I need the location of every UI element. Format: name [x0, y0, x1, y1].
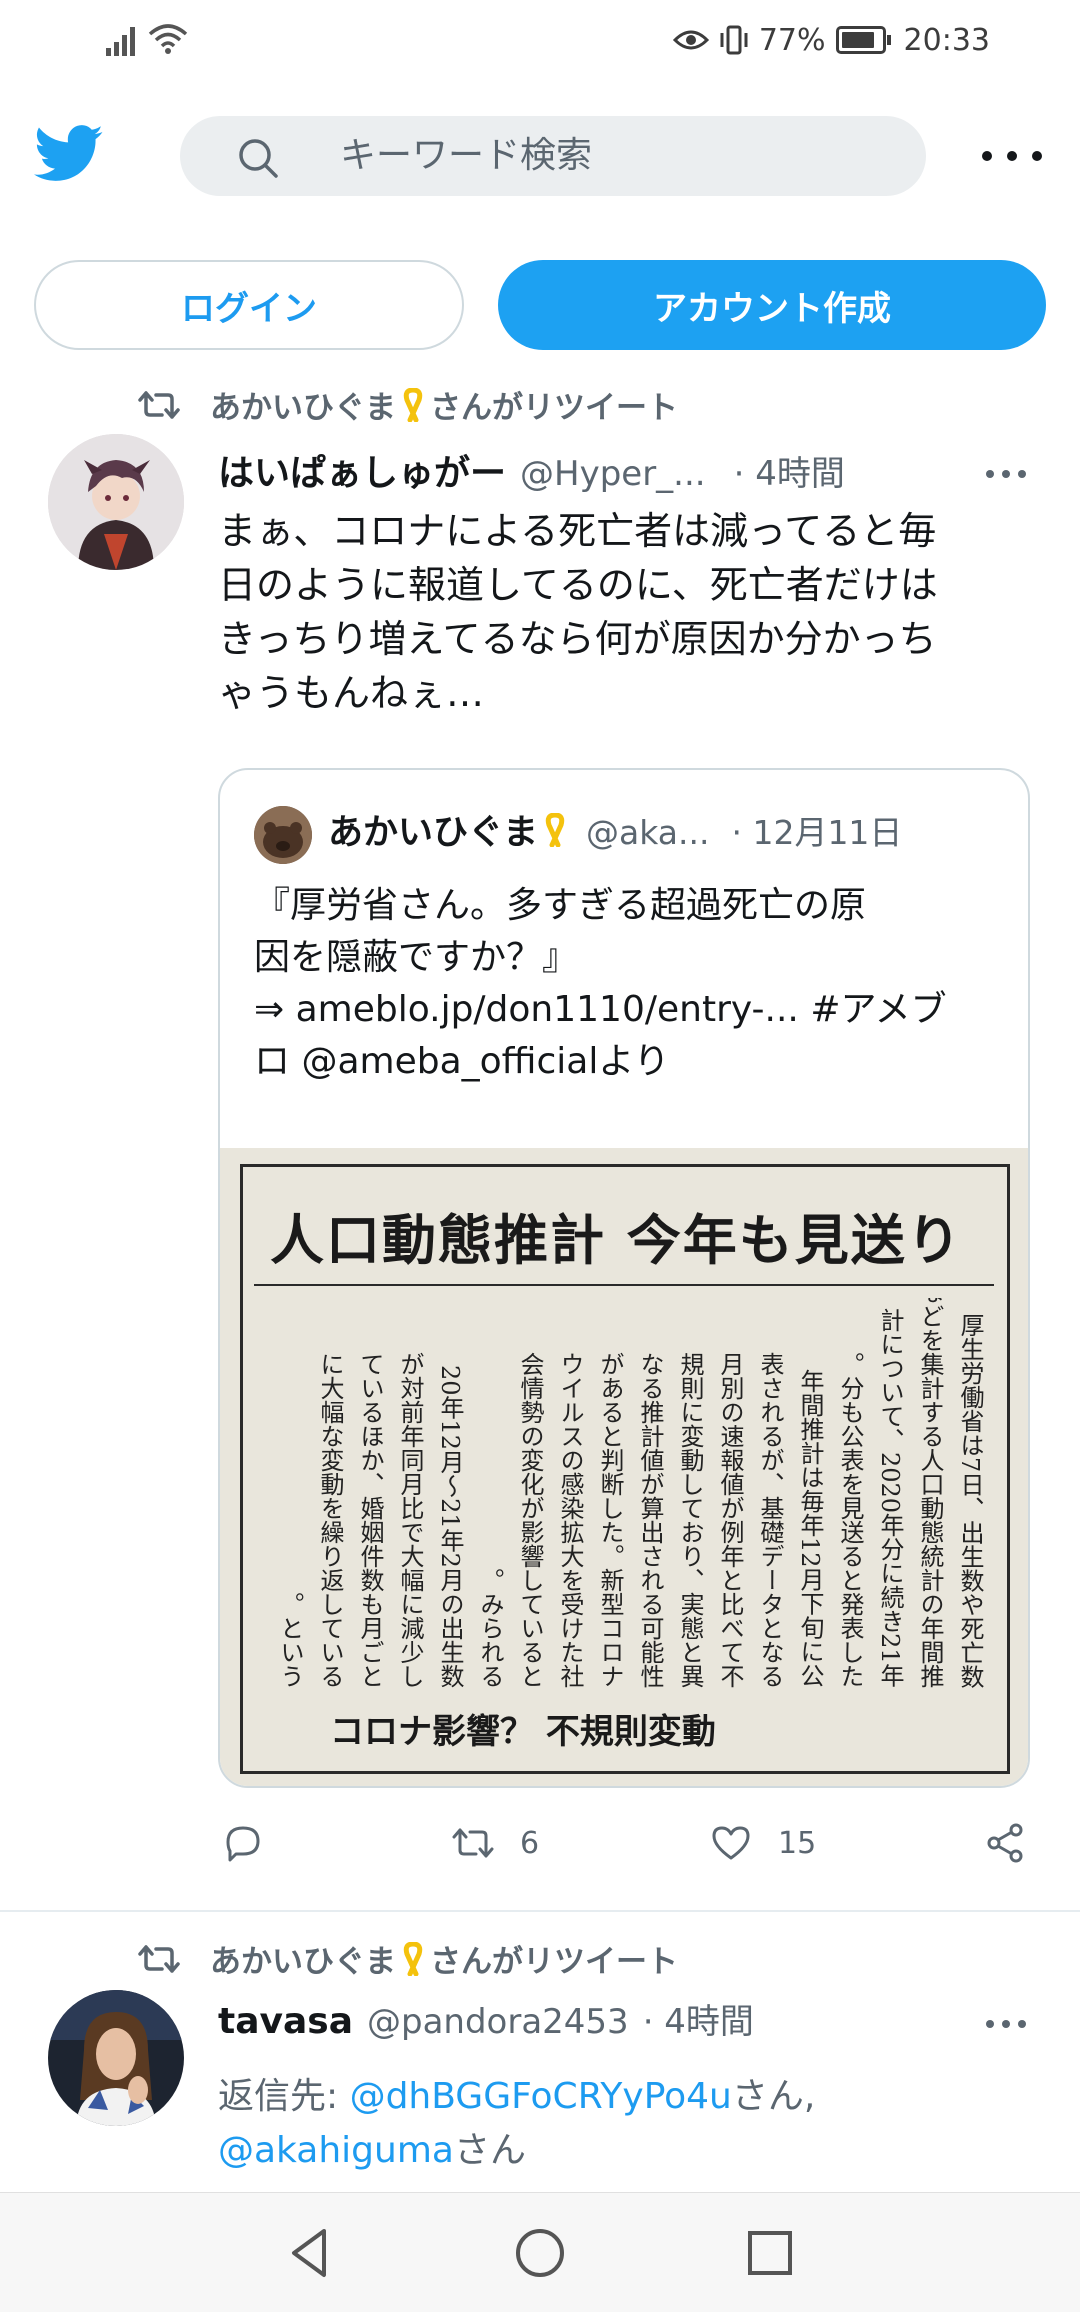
clipping-column: みられる。 [476, 1568, 504, 1688]
quoted-tweet[interactable]: あかいひぐま @aka... · 12月11日 『厚労省さん。多すぎる超過死亡の… [218, 768, 1030, 1788]
author-handle[interactable]: @pandora2453 [367, 2002, 629, 2042]
share-button[interactable] [982, 1820, 1028, 1866]
author-name[interactable]: はいぱぁしゅがー [218, 444, 506, 496]
tweet-time[interactable]: · 4時間 [734, 446, 845, 495]
avatar[interactable] [48, 434, 184, 570]
retweet-button[interactable]: 6 [450, 1820, 539, 1866]
tweet-time[interactable]: · 4時間 [643, 1994, 754, 2043]
wifi-icon [148, 24, 188, 54]
quote-time: · 12月11日 [731, 813, 903, 852]
reply-button[interactable] [220, 1820, 266, 1866]
battery-percent: 77% [758, 22, 826, 58]
like-count: 15 [778, 1825, 817, 1861]
clipping-column: 会情勢の変化が影響していると [516, 1352, 544, 1688]
clipping-column: 厚生労働省は7日、出生数や死亡数 [956, 1312, 984, 1688]
home-icon[interactable] [510, 2223, 570, 2283]
retweet-icon [452, 1828, 494, 1858]
quote-avatar [254, 806, 312, 864]
quote-text: 『厚労省さん。多すぎる超過死亡の原 因を隠蔽ですか？』 ⇒ ameblo.jp/… [254, 885, 947, 1082]
clipping-column: 20年12月～21年2月の出生数 [436, 1365, 464, 1688]
like-button[interactable]: 15 [708, 1820, 816, 1866]
yellow-ribbon-icon [403, 387, 423, 422]
top-header [0, 106, 1080, 206]
system-nav-bar [0, 2192, 1080, 2312]
retweet-icon [138, 1944, 180, 1973]
clipping-column: 月別の速報値が例年と比べて不 [716, 1352, 744, 1688]
back-icon[interactable] [280, 2223, 340, 2283]
clipping-column: ウイルスの感染拡大を受けた社 [556, 1352, 584, 1688]
yellow-ribbon-icon [545, 812, 565, 847]
retweeter-name[interactable]: あかいひぐま [210, 1936, 396, 1981]
clipping-subheadline: コロナ影響？ 不規則変動 [330, 1712, 716, 1752]
login-button[interactable]: ログイン [34, 260, 464, 350]
twitter-bird-icon[interactable] [34, 124, 104, 184]
tweet-header: tavasa @pandora2453 · 4時間 [218, 1994, 754, 2043]
retweet-context: あかいひぐま さんがリツイート [138, 1936, 678, 1981]
tweet-text: まぁ、コロナによる死亡者は減ってると毎 日のように報道してるのに、死亡者だけは … [218, 509, 938, 715]
recents-icon[interactable] [740, 2223, 800, 2283]
author-name[interactable]: tavasa [218, 2001, 353, 2042]
yellow-ribbon-icon [403, 1941, 423, 1976]
clipping-column: なる推計値が算出される可能性 [636, 1352, 664, 1688]
tweet-more-icon[interactable] [986, 470, 1026, 480]
author-handle[interactable]: @Hyper_... [520, 454, 706, 494]
clipping-column: に大幅な変動を繰り返している [316, 1352, 344, 1688]
tweet-divider [0, 1910, 1080, 1912]
clipping-column: などを集計する人口動態統計の年間推 [916, 1298, 944, 1688]
reply-to-line: 返信先: @dhBGGFoCRYyPo4uさん, @akahigumaさん [218, 2076, 816, 2171]
clipping-column: 計について、2020年分に続き21年 [876, 1308, 904, 1688]
quote-author-name: あかいひぐま [328, 813, 539, 853]
reply-mention-link[interactable]: @akahiguma [218, 2130, 454, 2171]
clipping-body: 厚生労働省は7日、出生数や死亡数 などを集計する人口動態統計の年間推 計について、2… [260, 1298, 990, 1688]
search-input[interactable] [340, 116, 880, 196]
avatar[interactable] [48, 1990, 184, 2126]
search-bar[interactable] [180, 116, 926, 196]
tweet-actions: 6 15 [218, 1820, 1030, 1880]
retweet-suffix: さんがリツイート [430, 390, 678, 426]
signal-icon [106, 27, 135, 56]
clipping-column: 表されるが、基礎データとなる [756, 1352, 784, 1688]
tweet-more-icon[interactable] [986, 2020, 1026, 2030]
reply-icon [226, 1826, 260, 1862]
share-icon [987, 1823, 1023, 1863]
retweet-count: 6 [520, 1825, 540, 1861]
clipping-column: 規則に変動しており、実態と異 [676, 1352, 704, 1688]
clipping-column: が対前年同月比で大幅に減少し [396, 1352, 424, 1688]
signup-button[interactable]: アカウント作成 [498, 260, 1046, 350]
quote-header: あかいひぐま @aka... · 12月11日 [328, 804, 902, 855]
eye-icon [672, 30, 709, 50]
clipping-column: という。 [276, 1592, 304, 1688]
retweet-context: あかいひぐま さんがリツイート [138, 382, 678, 427]
battery-icon [835, 26, 891, 54]
clipping-headline: 人口動態推計 今年も見送り [270, 1208, 963, 1272]
clipping-column: 分も公表を見送ると発表した。 [836, 1352, 864, 1688]
retweet-suffix: さんがリツイート [430, 1944, 678, 1980]
more-icon[interactable] [982, 134, 1042, 178]
clipping-column: があると判断した。新型コロナ [596, 1352, 624, 1688]
vibrate-icon [720, 25, 748, 55]
clipping-column: ているほか、婚姻件数も月ごと [356, 1352, 384, 1688]
newspaper-clipping-image[interactable]: 人口動態推計 今年も見送り 厚生労働省は7日、出生数や死亡数 などを集計する人口動… [220, 1148, 1028, 1786]
reply-mention-link[interactable]: @dhBGGFoCRYyPo4u [350, 2076, 732, 2117]
tweet-header: はいぱぁしゅがー @Hyper_... · 4時間 [218, 444, 845, 496]
clipping-column: 年間推計は毎年12月下旬に公 [796, 1369, 824, 1688]
retweet-icon [138, 390, 180, 419]
retweeter-name[interactable]: あかいひぐま [210, 382, 396, 427]
status-bar: 77% 20:33 [0, 0, 1080, 84]
search-icon [239, 139, 278, 178]
heart-icon [712, 1826, 750, 1860]
quote-author-handle: @aka... [586, 813, 710, 852]
clock: 20:33 [903, 22, 990, 58]
